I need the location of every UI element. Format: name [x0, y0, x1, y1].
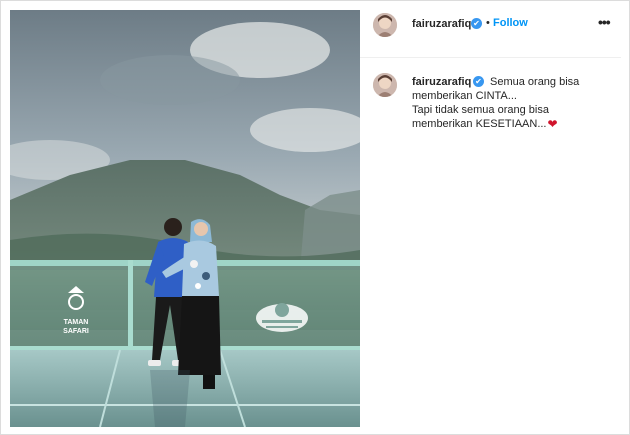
heart-icon: ❤ [547, 117, 558, 131]
more-options-icon[interactable]: ••• [598, 15, 612, 31]
header-username[interactable]: fairuzarafiq [412, 18, 471, 30]
post-photo-image: TAMAN SAFARI [10, 10, 360, 427]
avatar-image [373, 13, 397, 37]
post-photo[interactable]: TAMAN SAFARI [10, 10, 360, 427]
post-side-panel: fairuzarafiq ✔ • Follow ••• Semua orang … [360, 10, 621, 427]
avatar[interactable] [373, 13, 397, 37]
post-header: fairuzarafiq ✔ • Follow ••• [360, 10, 621, 58]
caption-username[interactable]: fairuzarafiq [412, 76, 471, 88]
verified-icon: ✔ [471, 18, 482, 29]
caption-line-2: memberikan CINTA... [412, 90, 517, 102]
caption-verified-icon: ✔ [473, 76, 484, 87]
caption-avatar-image [373, 73, 397, 97]
sign-text-safari: SAFARI [63, 328, 89, 335]
header-separator: • [486, 17, 490, 29]
instagram-post-frame: TAMAN SAFARI fairuzarafiq ✔ • Follow •••… [0, 0, 630, 435]
caption-avatar[interactable] [373, 73, 397, 97]
caption-line-3: Tapi tidak semua orang bisa [412, 104, 549, 116]
caption-line-4: memberikan KESETIAAN...❤ [412, 117, 612, 131]
follow-button[interactable]: Follow [493, 17, 528, 29]
caption-line-4-text: memberikan KESETIAAN... [412, 118, 547, 130]
sign-text-taman: TAMAN [64, 319, 89, 326]
